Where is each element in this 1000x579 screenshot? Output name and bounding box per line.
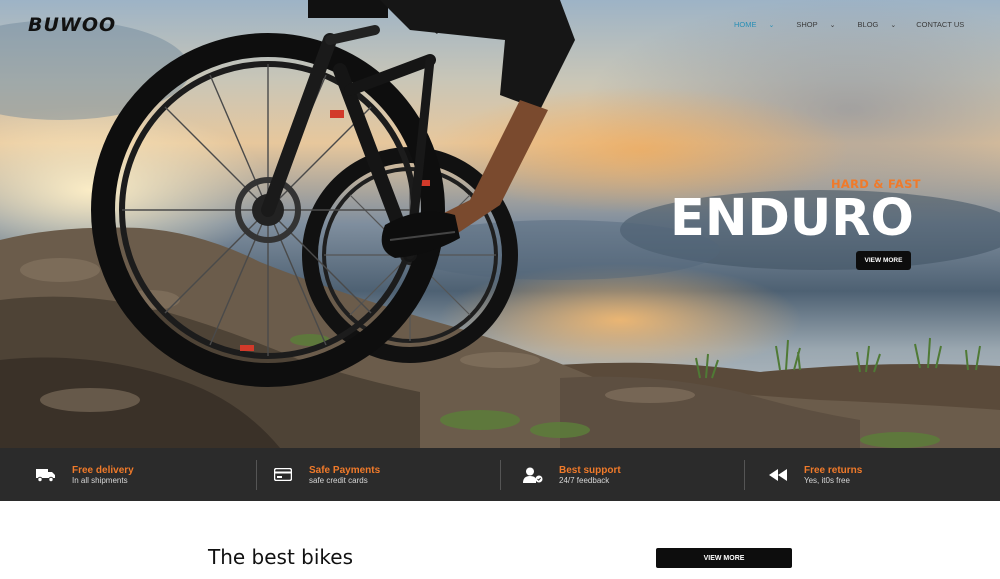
nav-item-home[interactable]: HOME ⌄: [734, 20, 774, 29]
feature-subtitle: In all shipments: [72, 475, 128, 485]
section-view-more-button[interactable]: VIEW MORE: [656, 548, 792, 568]
nav-item-label: BLOG: [857, 20, 879, 29]
feature-subtitle: Yes, it0s free: [804, 475, 850, 485]
divider: [500, 460, 501, 490]
credit-card-icon: [273, 465, 293, 485]
divider: [256, 460, 257, 490]
feature-title: Best support: [559, 464, 621, 476]
feature-subtitle: 24/7 feedback: [559, 475, 610, 485]
chevron-down-icon: ⌄: [768, 21, 775, 29]
divider: [744, 460, 745, 490]
nav-item-label: CONTACT US: [916, 20, 965, 29]
chevron-down-icon: ⌄: [890, 21, 897, 29]
feature-title: Safe Payments: [309, 464, 381, 476]
hero-view-more-button[interactable]: VIEW MORE: [856, 251, 911, 270]
feature-title: Free delivery: [72, 464, 134, 476]
feature-safe-payments: Safe Payments safe credit cards: [273, 448, 380, 501]
rewind-icon: [768, 465, 788, 485]
chevron-down-icon: ⌄: [829, 21, 836, 29]
nav-item-label: HOME: [734, 20, 757, 29]
feature-free-delivery: Free delivery In all shipments: [36, 448, 134, 501]
nav-item-contact-us[interactable]: CONTACT US: [916, 20, 964, 29]
nav-item-blog[interactable]: BLOG ⌄: [858, 20, 897, 29]
main-nav: HOME ⌄ SHOP ⌄ BLOG ⌄ CONTACT US: [734, 20, 964, 29]
feature-subtitle: safe credit cards: [309, 475, 368, 485]
section-title: The best bikes: [208, 545, 354, 569]
hero-banner: BUWOO HOME ⌄ SHOP ⌄ BLOG ⌄ CONTACT US HA…: [0, 0, 1000, 448]
support-user-icon: [523, 465, 543, 485]
truck-icon: [36, 465, 56, 485]
nav-item-label: SHOP: [796, 20, 818, 29]
feature-best-support: Best support 24/7 feedback: [523, 448, 621, 501]
nav-item-shop[interactable]: SHOP ⌄: [796, 20, 835, 29]
features-bar: Free delivery In all shipments Safe Paym…: [0, 448, 1000, 501]
feature-free-returns: Free returns Yes, it0s free: [768, 448, 862, 501]
hero-title: ENDURO: [670, 189, 914, 248]
feature-title: Free returns: [804, 464, 863, 476]
brand-logo[interactable]: BUWOO: [28, 14, 116, 36]
